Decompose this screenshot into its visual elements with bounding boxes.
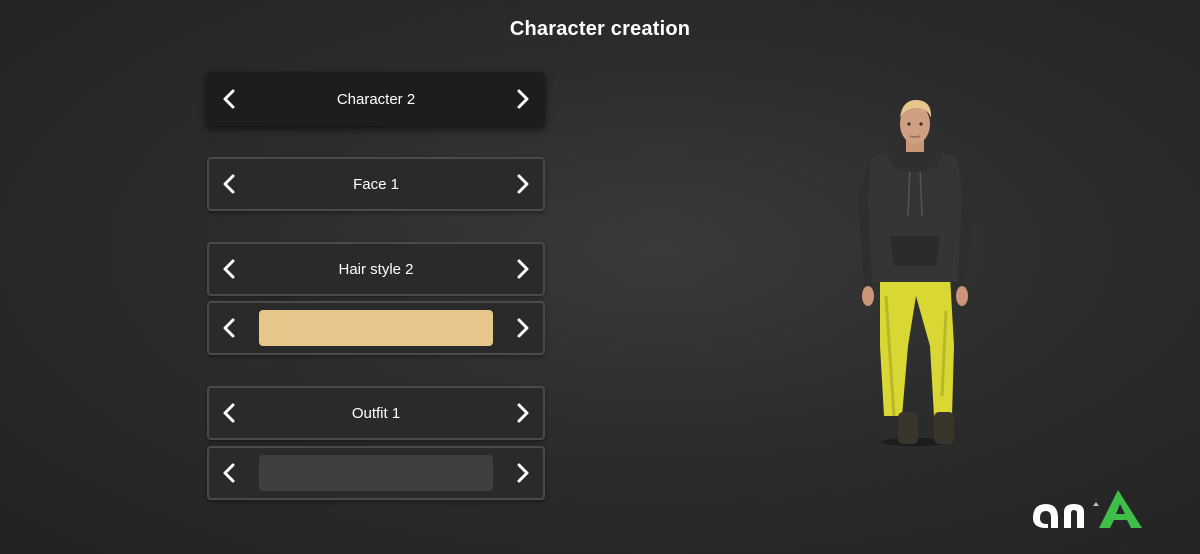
chevron-left-icon bbox=[223, 463, 235, 483]
hair-color-next-button[interactable] bbox=[503, 303, 543, 353]
outfit-color-prev-button[interactable] bbox=[209, 448, 249, 498]
outfit-label: Outfit 1 bbox=[351, 404, 401, 422]
chevron-left-icon bbox=[223, 318, 235, 338]
outfit-prev-button[interactable] bbox=[209, 388, 249, 438]
chevron-left-icon bbox=[223, 89, 235, 109]
chevron-right-icon bbox=[517, 259, 529, 279]
chevron-right-icon bbox=[517, 463, 529, 483]
hair-style-next-button[interactable] bbox=[503, 244, 543, 294]
character-preview[interactable] bbox=[850, 96, 980, 448]
hair-style-prev-button[interactable] bbox=[209, 244, 249, 294]
hair-style-selector: Hair style 2 bbox=[207, 242, 545, 296]
hair-color-swatch bbox=[259, 310, 493, 346]
chevron-right-icon bbox=[517, 318, 529, 338]
face-label: Face 1 bbox=[353, 175, 399, 193]
outfit-color-swatch bbox=[259, 455, 493, 491]
chevron-left-icon bbox=[223, 403, 235, 423]
chevron-right-icon bbox=[517, 89, 529, 109]
outfit-selector: Outfit 1 bbox=[207, 386, 545, 440]
chevron-left-icon bbox=[223, 259, 235, 279]
face-next-button[interactable] bbox=[503, 159, 543, 209]
character-prev-button[interactable] bbox=[209, 74, 249, 124]
outfit-color-next-button[interactable] bbox=[503, 448, 543, 498]
character-label: Character 2 bbox=[336, 90, 416, 108]
face-prev-button[interactable] bbox=[209, 159, 249, 209]
chevron-right-icon bbox=[517, 403, 529, 423]
outfit-color-selector bbox=[207, 446, 545, 500]
character-next-button[interactable] bbox=[503, 74, 543, 124]
hair-color-selector bbox=[207, 301, 545, 355]
hair-style-label: Hair style 2 bbox=[338, 260, 414, 278]
chevron-right-icon bbox=[517, 174, 529, 194]
chevron-left-icon bbox=[223, 174, 235, 194]
brand-logo bbox=[1033, 490, 1142, 528]
outfit-next-button[interactable] bbox=[503, 388, 543, 438]
hair-color-prev-button[interactable] bbox=[209, 303, 249, 353]
face-selector: Face 1 bbox=[207, 157, 545, 211]
screen-title: Character creation bbox=[509, 18, 691, 40]
character-selector: Character 2 bbox=[207, 72, 545, 126]
